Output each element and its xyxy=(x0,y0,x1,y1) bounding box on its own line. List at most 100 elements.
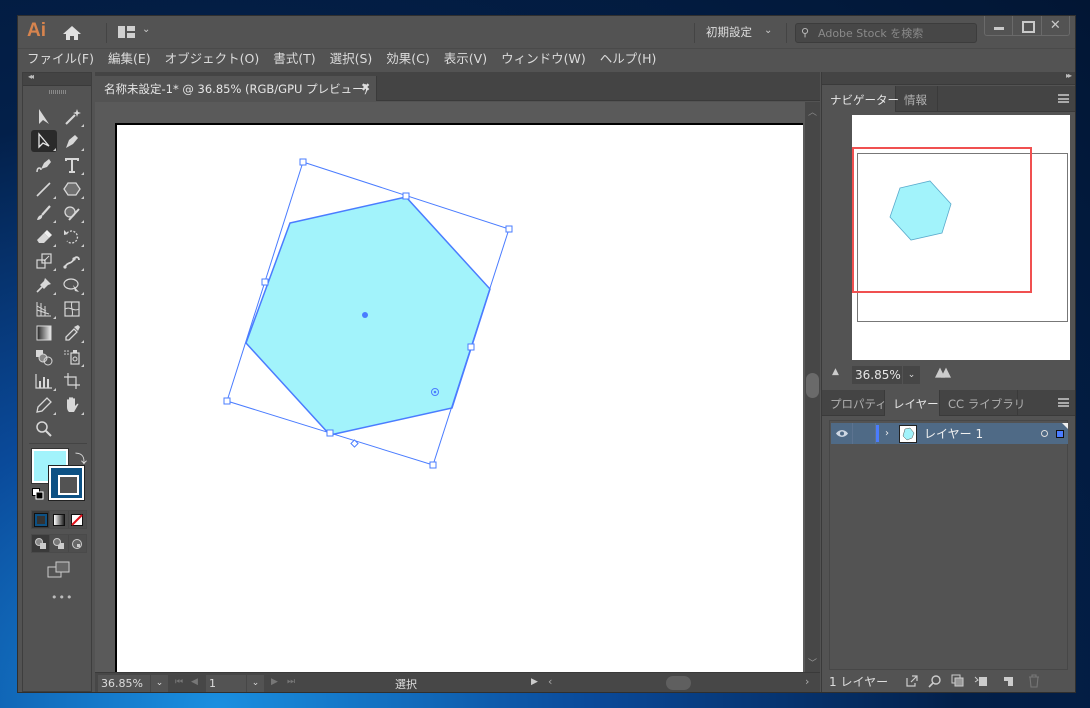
export-icon[interactable] xyxy=(905,674,919,688)
paintbrush-tool[interactable] xyxy=(31,202,57,224)
delete-icon[interactable] xyxy=(1027,674,1041,688)
selection-tool[interactable] xyxy=(31,106,57,128)
menu-help[interactable]: ヘルプ(H) xyxy=(600,49,657,70)
tools-panel-header[interactable]: ◂◂ xyxy=(23,72,91,86)
navigator-zoom-field[interactable]: 36.85% xyxy=(852,366,902,384)
prev-artboard-icon[interactable]: ◀ xyxy=(191,677,198,687)
new-sublayer-icon[interactable] xyxy=(974,674,988,688)
zoom-dropdown-icon[interactable]: ⌄ xyxy=(151,675,168,692)
stock-search-input[interactable] xyxy=(818,25,973,41)
scroll-left-icon[interactable]: ‹ xyxy=(548,675,552,688)
zoom-in-icon[interactable]: ▲▲ xyxy=(935,365,951,380)
zoom-tool[interactable] xyxy=(31,418,57,440)
vertical-scrollbar[interactable]: ︿ ﹀ xyxy=(805,102,820,672)
maximize-button[interactable] xyxy=(1013,16,1042,35)
layer-selection-indicator[interactable] xyxy=(1056,429,1064,438)
workspace-layout-icon[interactable] xyxy=(118,26,135,38)
layer-name[interactable]: レイヤー 1 xyxy=(924,425,1041,442)
type-tool[interactable] xyxy=(59,154,85,176)
menu-file[interactable]: ファイル(F) xyxy=(27,49,94,70)
document-tab[interactable]: 名称未設定-1* @ 36.85% (RGB/GPU プレビュー) ✖ xyxy=(95,76,377,101)
screen-mode-icon[interactable] xyxy=(47,561,71,579)
expand-icon[interactable]: ▸▸ xyxy=(1066,71,1072,80)
perspective-grid-tool[interactable] xyxy=(31,298,57,320)
scroll-up-icon[interactable]: ︿ xyxy=(808,105,817,118)
panel-grip[interactable] xyxy=(49,90,67,94)
horizontal-scroll-thumb[interactable] xyxy=(666,676,691,690)
minimize-button[interactable] xyxy=(985,16,1014,35)
curvature-tool[interactable] xyxy=(31,154,57,176)
magic-wand-tool[interactable] xyxy=(59,106,85,128)
menu-effect[interactable]: 効果(C) xyxy=(386,49,429,70)
direct-selection-tool[interactable] xyxy=(31,130,57,152)
stroke-color-swatch[interactable] xyxy=(48,465,85,501)
artboard-dropdown-icon[interactable]: ⌄ xyxy=(247,675,264,692)
collapse-icon[interactable]: ◂◂ xyxy=(28,72,34,81)
menu-object[interactable]: オブジェクト(O) xyxy=(165,49,260,70)
menu-type[interactable]: 書式(T) xyxy=(273,49,315,70)
gradient-button[interactable] xyxy=(50,511,69,528)
pencil-tool[interactable] xyxy=(31,394,57,416)
navigator-zoom-dropdown-icon[interactable]: ⌄ xyxy=(903,366,920,384)
scroll-right-icon[interactable]: › xyxy=(805,675,809,688)
locate-object-icon[interactable] xyxy=(928,674,942,688)
adobe-stock-search[interactable]: ⚲ xyxy=(795,23,977,43)
symbol-sprayer-tool[interactable] xyxy=(59,346,85,368)
workspace-preset[interactable]: 初期設定 xyxy=(706,24,752,40)
last-artboard-icon[interactable]: ⏭ xyxy=(287,677,295,687)
menu-edit[interactable]: 編集(E) xyxy=(108,49,151,70)
lock-toggle[interactable] xyxy=(853,423,876,444)
menu-window[interactable]: ウィンドウ(W) xyxy=(501,49,586,70)
eyedropper-tool[interactable] xyxy=(59,322,85,344)
panel-menu-icon[interactable] xyxy=(1058,398,1069,407)
scale-tool[interactable] xyxy=(31,250,57,272)
close-button[interactable]: ✕ xyxy=(1042,16,1069,35)
polygon-tool[interactable] xyxy=(59,178,85,200)
menu-view[interactable]: 表示(V) xyxy=(444,49,487,70)
scroll-down-icon[interactable]: ﹀ xyxy=(808,656,817,669)
visibility-eye-icon[interactable] xyxy=(831,423,853,444)
more-tools-icon[interactable]: ••• xyxy=(51,591,73,604)
layer-row[interactable]: › レイヤー 1 xyxy=(831,423,1068,444)
scroll-thumb[interactable] xyxy=(806,373,819,398)
draw-inside-button[interactable] xyxy=(69,535,86,552)
tab-properties[interactable]: プロパティ xyxy=(822,390,887,416)
color-button[interactable] xyxy=(32,511,51,528)
clipping-mask-icon[interactable] xyxy=(951,674,965,688)
rotate-tool[interactable] xyxy=(59,226,85,248)
pen-tool[interactable] xyxy=(59,130,85,152)
shape-builder-tool[interactable] xyxy=(31,346,57,368)
shaper-tool[interactable] xyxy=(59,202,85,224)
tab-layers[interactable]: レイヤー xyxy=(885,390,940,416)
artboard-tool[interactable] xyxy=(59,370,85,392)
swap-fill-stroke-icon[interactable]: ⤵ xyxy=(75,450,87,467)
tab-navigator[interactable]: ナビゲーター xyxy=(822,86,899,112)
chevron-down-icon[interactable]: ⌄ xyxy=(142,24,150,35)
selected-hexagon-art[interactable] xyxy=(95,102,805,672)
status-text[interactable]: 選択 xyxy=(395,676,417,692)
home-icon[interactable] xyxy=(62,25,82,41)
free-transform-tool[interactable] xyxy=(59,274,85,296)
chevron-down-icon[interactable]: ⌄ xyxy=(764,25,772,36)
eraser-tool[interactable] xyxy=(31,226,57,248)
first-artboard-icon[interactable]: ⏮ xyxy=(175,677,183,687)
new-layer-icon[interactable] xyxy=(1001,674,1015,688)
hand-tool[interactable] xyxy=(59,394,85,416)
none-button[interactable] xyxy=(69,511,86,528)
canvas[interactable] xyxy=(95,102,805,672)
navigator-preview[interactable] xyxy=(852,115,1070,360)
close-tab-icon[interactable]: ✖ xyxy=(361,81,370,94)
panel-dock-header[interactable]: ▸▸ xyxy=(822,71,1075,85)
tab-cc-libraries[interactable]: CC ライブラリ xyxy=(940,390,1025,416)
draw-normal-button[interactable] xyxy=(32,535,51,552)
mesh-tool[interactable] xyxy=(59,298,85,320)
line-segment-tool[interactable] xyxy=(31,178,57,200)
graph-tool[interactable] xyxy=(31,370,57,392)
panel-menu-icon[interactable] xyxy=(1058,94,1069,103)
gradient-tool[interactable] xyxy=(31,322,57,344)
default-colors-icon[interactable] xyxy=(32,488,44,500)
zoom-field[interactable]: 36.85% xyxy=(98,675,150,692)
pin-tool[interactable] xyxy=(31,274,57,296)
artboard-number-field[interactable]: 1 xyxy=(206,675,246,692)
zoom-out-icon[interactable]: ▲ xyxy=(832,367,839,377)
